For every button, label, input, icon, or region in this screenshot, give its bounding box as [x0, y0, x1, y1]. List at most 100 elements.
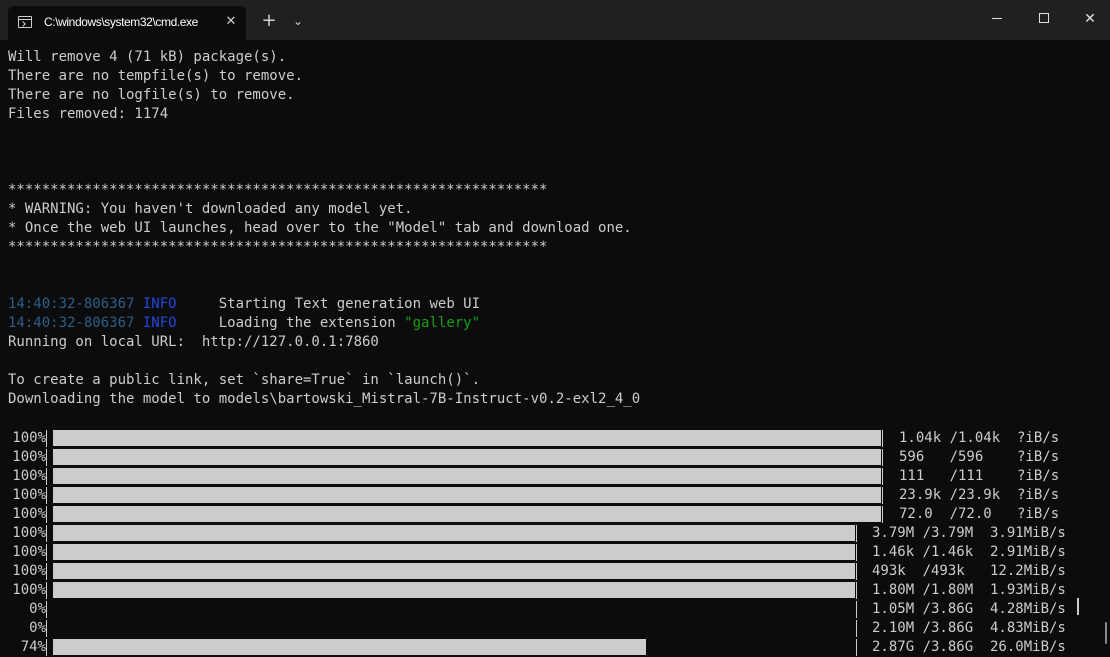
progress-stats: 493k /493k 12.2MiB/s [872, 563, 1066, 579]
terminal-output[interactable]: Will remove 4 (71 kB) package(s). There a… [0, 40, 1110, 656]
minimize-icon [992, 18, 1002, 19]
progress-bar-right-edge [856, 525, 857, 542]
progress-stats: 2.10M /3.86G 4.83MiB/s [872, 620, 1066, 636]
progress-stats: 1.05M /3.86G 4.28MiB/s [872, 601, 1066, 617]
progress-bar-fill [53, 430, 881, 446]
terminal-line: Files removed: 1174 [8, 105, 640, 124]
maximize-button[interactable] [1021, 0, 1067, 38]
line-text: There are no logfile(s) to remove. [8, 87, 295, 103]
log-timestamp: 14:40:32-806367 [8, 315, 135, 331]
line-text: ****************************************… [8, 239, 548, 255]
line-text: Loading the extension [176, 315, 405, 331]
progress-bar [53, 544, 855, 561]
progress-stats: 2.87G /3.86G 26.0MiB/s [872, 639, 1066, 655]
progress-bar-left-edge [46, 525, 47, 542]
text-cursor [1077, 598, 1079, 615]
progress-bar-left-edge [46, 449, 47, 466]
progress-percent: 100% [12, 544, 46, 560]
progress-row: 100% 1.46k /1.46k 2.91MiB/s [0, 543, 1110, 562]
terminal-tab[interactable]: C:\windows\system32\cmd.exe ✕ [8, 6, 246, 40]
terminal-line: Downloading the model to models\bartowsk… [8, 390, 640, 409]
progress-bar-fill [53, 639, 646, 655]
progress-percent: 100% [12, 525, 46, 541]
progress-bar-fill [53, 449, 881, 465]
minimize-button[interactable] [975, 0, 1021, 38]
progress-bar-right-edge [856, 582, 857, 599]
progress-stats: 1.04k /1.04k ?iB/s [899, 430, 1060, 446]
progress-bar-right-edge [856, 639, 857, 656]
progress-bar-left-edge [46, 487, 47, 504]
progress-stats: 72.0 /72.0 ?iB/s [899, 506, 1060, 522]
terminal-line: ****************************************… [8, 181, 640, 200]
command-prompt-icon [18, 16, 32, 28]
log-level: INFO [142, 315, 177, 331]
progress-bar-left-edge [46, 582, 47, 599]
line-text: To create a public link, set `share=True… [8, 372, 481, 388]
progress-percent: 100% [12, 430, 46, 446]
close-icon: ✕ [1084, 11, 1096, 27]
tab-dropdown-button[interactable]: ⌄ [288, 10, 308, 32]
progress-percent: 100% [12, 563, 46, 579]
progress-bar-left-edge [46, 544, 47, 561]
line-text: Downloading the model to models\bartowsk… [8, 391, 641, 407]
progress-bar [53, 487, 881, 504]
line-text [134, 315, 142, 331]
progress-bar [53, 563, 855, 580]
progress-percent: 100% [12, 487, 46, 503]
progress-bar [53, 582, 855, 599]
progress-bar-right-edge [882, 468, 883, 485]
terminal-line: Will remove 4 (71 kB) package(s). [8, 48, 640, 67]
progress-bar [53, 430, 881, 447]
tab-close-icon[interactable]: ✕ [222, 13, 240, 31]
line-text: There are no tempfile(s) to remove. [8, 68, 304, 84]
close-window-button[interactable]: ✕ [1067, 0, 1110, 38]
line-text: ****************************************… [8, 182, 548, 198]
terminal-line: To create a public link, set `share=True… [8, 371, 640, 390]
progress-bar [53, 639, 855, 656]
progress-row: 74% 2.87G /3.86G 26.0MiB/s [0, 638, 1110, 657]
progress-percent: 100% [12, 468, 46, 484]
progress-bar-left-edge [46, 468, 47, 485]
progress-stats: 1.46k /1.46k 2.91MiB/s [872, 544, 1066, 560]
progress-row: 100% 23.9k /23.9k ?iB/s [0, 486, 1110, 505]
terminal-line: There are no tempfile(s) to remove. [8, 67, 640, 86]
terminal-line: ****************************************… [8, 238, 640, 257]
progress-bar-right-edge [856, 544, 857, 561]
log-string: "gallery" [404, 315, 481, 331]
progress-bar-fill [53, 563, 855, 579]
line-text: Will remove 4 (71 kB) package(s). [8, 49, 287, 65]
progress-bar-right-edge [856, 601, 857, 618]
tab-title: C:\windows\system32\cmd.exe [44, 15, 198, 29]
progress-row: 100% 596 /596 ?iB/s [0, 448, 1110, 467]
progress-bar-right-edge [882, 449, 883, 466]
log-level: INFO [142, 296, 177, 312]
line-text: Files removed: 1174 [8, 106, 169, 122]
progress-row: 100% 1.80M /1.80M 1.93MiB/s [0, 581, 1110, 600]
progress-stats: 111 /111 ?iB/s [899, 468, 1060, 484]
progress-row: 100% 72.0 /72.0 ?iB/s [0, 505, 1110, 524]
line-text: * Once the web UI launches, head over to… [8, 220, 632, 236]
progress-row: 100% 111 /111 ?iB/s [0, 467, 1110, 486]
line-text: * WARNING: You haven't downloaded any mo… [8, 201, 413, 217]
progress-bar-right-edge [882, 487, 883, 504]
progress-percent: 100% [12, 506, 46, 522]
new-tab-button[interactable]: + [258, 10, 280, 32]
progress-bar-fill [53, 506, 881, 522]
terminal-line: * Once the web UI launches, head over to… [8, 219, 640, 238]
progress-bar-left-edge [46, 430, 47, 447]
progress-bar [53, 601, 855, 618]
progress-row: 100% 1.04k /1.04k ?iB/s [0, 429, 1110, 448]
progress-row: 0% 2.10M /3.86G 4.83MiB/s [0, 619, 1110, 638]
progress-bar-fill [53, 582, 855, 598]
progress-bar [53, 449, 881, 466]
terminal-line: 14:40:32-806367 INFO Loading the extensi… [8, 314, 640, 333]
scrollbar-thumb[interactable] [1105, 622, 1107, 644]
progress-bar-right-edge [882, 506, 883, 523]
progress-percent: 74% [20, 639, 46, 655]
progress-bar-fill [53, 525, 855, 541]
progress-bar-right-edge [856, 563, 857, 580]
